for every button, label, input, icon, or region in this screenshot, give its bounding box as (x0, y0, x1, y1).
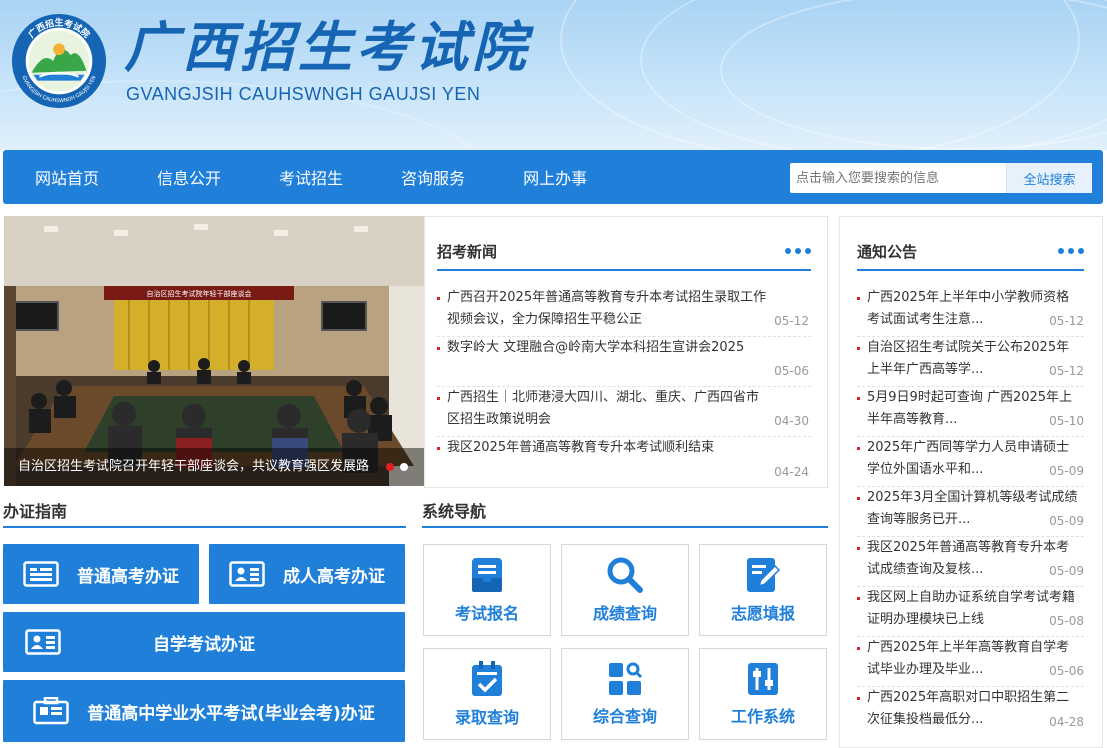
list-item[interactable]: 我区2025年普通高等教育专升本考试顺利结束 04-24 (437, 437, 811, 487)
list-item[interactable]: 广西2025年高职对口中职招生第二次征集投档最低分... 04-28 (857, 687, 1084, 737)
main-nav: 网站首页 信息公开 考试招生 咨询服务 网上办事 全站搜索 (3, 150, 1103, 204)
news-item-date: 05-12 (774, 314, 809, 328)
self-study-exam-certificate-button[interactable]: 自学考试办证 (3, 612, 405, 672)
exam-registration-tile[interactable]: 考试报名 (423, 544, 551, 636)
nav-item-info-disclosure[interactable]: 信息公开 (128, 165, 250, 189)
site-search: 全站搜索 (790, 163, 1092, 193)
academic-proficiency-certificate-button[interactable]: 普通高中学业水平考试(毕业会考)办证 (3, 680, 405, 742)
site-header: 广西招生考试院 GVANGJSIH CAUHSWNGH GAUJSI YEN 广… (0, 0, 1107, 150)
guide-button-label: 自学考试办证 (153, 634, 255, 655)
carousel-banner-text: 自治区招生考试院年轻干部座谈会 (147, 289, 252, 298)
gaokao-certificate-button[interactable]: 普通高考办证 (3, 544, 199, 604)
tile-label: 志愿填报 (730, 604, 795, 623)
news-carousel[interactable]: 自治区招生考试院年轻干部座谈会 自治区招生考试院召开年轻干部座谈会，共议教育强区… (4, 216, 424, 486)
carousel-pagination (386, 463, 408, 471)
news-item-title: 数字岭大 文理融合@岭南大学本科招生宣讲会2025 (447, 340, 745, 355)
news-item-title: 广西召开2025年普通高等教育专升本考试招生录取工作视频会议，全力保障招生平稳公… (447, 290, 767, 327)
news-item-date: 05-06 (774, 364, 809, 378)
nav-item-consulting[interactable]: 咨询服务 (372, 165, 494, 189)
notice-item-date: 05-09 (1045, 460, 1084, 482)
site-subtitle: GVANGJSIH CAUHSWNGH GAUJSI YEN (126, 84, 481, 104)
edit-icon (747, 558, 781, 592)
search-button[interactable]: 全站搜索 (1006, 163, 1092, 193)
notice-item-date: 04-28 (1045, 711, 1084, 733)
news-panel-title: 招考新闻 (437, 242, 498, 261)
carousel-dot-active[interactable] (386, 463, 394, 471)
score-query-tile[interactable]: 成绩查询 (561, 544, 689, 636)
tile-label: 工作系统 (730, 707, 795, 726)
news-item-date: 04-24 (774, 465, 809, 479)
guide-button-label: 普通高中学业水平考试(毕业会考)办证 (87, 703, 375, 724)
news-panel: 招考新闻 广西召开2025年普通高等教育专升本考试招生录取工作视频会议，全力保障… (424, 216, 828, 488)
search-icon (607, 557, 643, 593)
tile-label: 考试报名 (454, 604, 519, 623)
work-system-tile[interactable]: 工作系统 (699, 648, 827, 740)
notice-item-date: 05-12 (1045, 310, 1084, 332)
carousel-photo: 自治区招生考试院年轻干部座谈会 (4, 216, 424, 486)
news-item-title: 我区2025年普通高等教育专升本考试顺利结束 (447, 440, 715, 455)
notice-panel-header: 通知公告 (857, 233, 1084, 271)
id-card-list-icon (23, 561, 59, 587)
notice-item-date: 05-09 (1045, 560, 1084, 582)
news-panel-header: 招考新闻 (437, 233, 811, 271)
document-icon (472, 558, 502, 592)
notice-item-date: 05-08 (1045, 610, 1084, 632)
notice-item-date: 05-06 (1045, 660, 1084, 682)
list-item[interactable]: 数字岭大 文理融合@岭南大学本科招生宣讲会2025 05-06 (437, 337, 811, 387)
carousel-dot[interactable] (400, 463, 408, 471)
list-item[interactable]: 广西2025年上半年中小学教师资格考试面试考生注意... 05-12 (857, 287, 1084, 337)
sliders-icon (748, 663, 778, 695)
list-item[interactable]: 2025年3月全国计算机等级考试成绩查询等服务已开... 05-09 (857, 487, 1084, 537)
adult-gaokao-certificate-button[interactable]: 成人高考办证 (209, 544, 405, 604)
application-filling-tile[interactable]: 志愿填报 (699, 544, 827, 636)
nav-item-home[interactable]: 网站首页 (3, 165, 128, 189)
grid-search-icon (609, 662, 643, 695)
news-more-icon[interactable] (785, 248, 811, 254)
notice-panel-title: 通知公告 (857, 242, 918, 261)
news-item-title: 广西招生｜北师港浸大四川、湖北、重庆、广西四省市区招生政策说明会 (447, 390, 760, 427)
list-item[interactable]: 我区网上自助办证系统自学考试考籍证明办理模块已上线 05-08 (857, 587, 1084, 637)
system-nav-section-title: 系统导航 (422, 498, 828, 528)
notice-list: 广西2025年上半年中小学教师资格考试面试考生注意... 05-12 自治区招生… (857, 287, 1084, 737)
search-input[interactable] (790, 163, 1006, 193)
list-item[interactable]: 自治区招生考试院关于公布2025年上半年广西高等学... 05-12 (857, 337, 1084, 387)
id-card-icon (25, 629, 61, 655)
nav-item-exam-admission[interactable]: 考试招生 (250, 165, 372, 189)
site-logo-seal[interactable]: 广西招生考试院 GVANGJSIH CAUHSWNGH GAUJSI YEN (10, 12, 108, 110)
comprehensive-query-tile[interactable]: 综合查询 (561, 648, 689, 740)
carousel-caption[interactable]: 自治区招生考试院召开年轻干部座谈会，共议教育强区发展路 (4, 448, 424, 486)
id-card-icon (229, 561, 265, 587)
tile-label: 成绩查询 (592, 604, 657, 623)
news-item-date: 04-30 (774, 414, 809, 428)
news-list: 广西召开2025年普通高等教育专升本考试招生录取工作视频会议，全力保障招生平稳公… (437, 287, 811, 487)
list-item[interactable]: 我区2025年普通高等教育专升本考试成绩查询及复核... 05-09 (857, 537, 1084, 587)
list-item[interactable]: 5月9日9时起可查询 广西2025年上半年高等教育... 05-10 (857, 387, 1084, 437)
nav-item-online-services[interactable]: 网上办事 (494, 165, 616, 189)
notice-item-date: 05-09 (1045, 510, 1084, 532)
list-item[interactable]: 广西招生｜北师港浸大四川、湖北、重庆、广西四省市区招生政策说明会 04-30 (437, 387, 811, 437)
list-item[interactable]: 广西召开2025年普通高等教育专升本考试招生录取工作视频会议，全力保障招生平稳公… (437, 287, 811, 337)
list-item[interactable]: 广西2025年上半年高等教育自学考试毕业办理及毕业... 05-06 (857, 637, 1084, 687)
clipboard-check-icon (472, 661, 502, 696)
tile-label: 录取查询 (454, 708, 519, 727)
notice-item-date: 05-10 (1045, 410, 1084, 432)
guide-section-title: 办证指南 (3, 498, 406, 528)
guide-button-label: 普通高考办证 (77, 566, 179, 587)
notice-more-icon[interactable] (1058, 248, 1084, 254)
site-title: 广西招生考试院 (124, 15, 530, 79)
notice-panel: 通知公告 广西2025年上半年中小学教师资格考试面试考生注意... 05-12 … (839, 216, 1103, 748)
tile-label: 综合查询 (592, 707, 657, 726)
guide-button-label: 成人高考办证 (283, 566, 385, 587)
briefcase-card-icon (33, 697, 69, 725)
admission-query-tile[interactable]: 录取查询 (423, 648, 551, 740)
list-item[interactable]: 2025年广西同等学力人员申请硕士学位外国语水平和... 05-09 (857, 437, 1084, 487)
notice-item-date: 05-12 (1045, 360, 1084, 382)
